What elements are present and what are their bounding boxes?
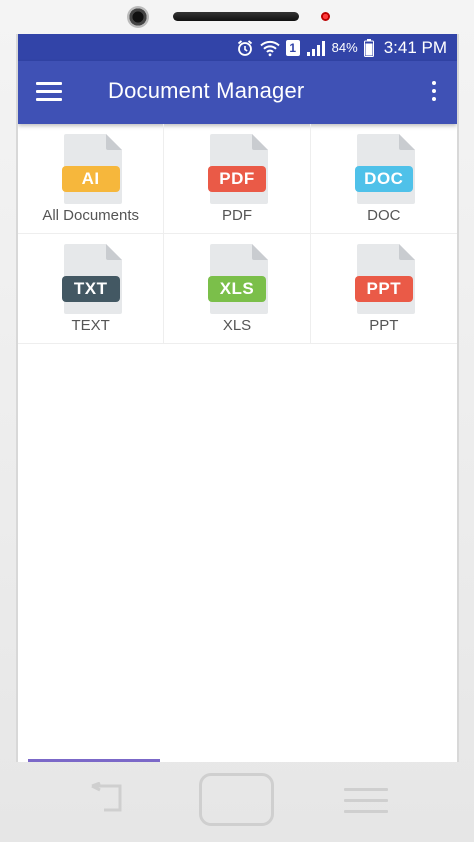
status-bar: 1 84% 3:41 PM: [18, 34, 457, 61]
category-tile-ppt[interactable]: PPT PPT: [310, 234, 457, 344]
category-label: PDF: [221, 207, 252, 224]
file-type-badge: PDF: [207, 166, 266, 192]
notification-led: [321, 12, 330, 21]
earpiece-speaker: [173, 12, 299, 21]
hardware-nav-bar: [0, 762, 474, 842]
menu-lines-icon[interactable]: [344, 788, 388, 814]
category-label: All Documents: [42, 207, 140, 224]
file-type-badge: PPT: [354, 276, 413, 302]
sim-slot-badge: 1: [285, 39, 300, 56]
app-toolbar: Document Manager: [18, 61, 457, 124]
category-tile-all-documents[interactable]: AI All Documents: [18, 124, 165, 234]
file-type-badge: XLS: [207, 276, 266, 302]
category-label: PPT: [369, 317, 399, 334]
back-arrow-icon[interactable]: [88, 781, 128, 814]
hamburger-menu-icon[interactable]: [36, 82, 62, 102]
battery-percent: 84%: [331, 40, 358, 55]
category-tile-pdf[interactable]: PDF PDF: [164, 124, 311, 234]
file-type-badge: DOC: [354, 166, 413, 192]
home-button-icon[interactable]: [199, 773, 274, 826]
more-vert-icon[interactable]: [429, 81, 439, 103]
screen: 1 84% 3:41 PM Document Manager AI All Do…: [16, 34, 459, 762]
category-tile-doc[interactable]: DOC DOC: [310, 124, 457, 234]
battery-icon: [363, 38, 374, 57]
wifi-icon: [259, 39, 280, 57]
category-tile-text[interactable]: TXT TEXT: [18, 234, 165, 344]
category-label: TEXT: [71, 317, 110, 334]
app-title: Document Manager: [108, 78, 305, 103]
signal-icon: [306, 40, 326, 56]
category-label: DOC: [367, 207, 401, 224]
sim-slot-number: 1: [289, 40, 296, 55]
file-type-badge: TXT: [61, 276, 120, 302]
front-camera: [127, 6, 149, 28]
category-label: XLS: [222, 317, 252, 334]
file-type-badge: AI: [61, 166, 120, 192]
category-tile-xls[interactable]: XLS XLS: [164, 234, 311, 344]
status-time: 3:41 PM: [383, 37, 447, 57]
alarm-icon: [236, 39, 254, 57]
phone-top-bezel: [0, 0, 474, 34]
document-category-grid: AI All Documents PDF PDF DOC DOC TXT TEX…: [18, 124, 457, 344]
phone-frame: 1 84% 3:41 PM Document Manager AI All Do…: [0, 0, 474, 842]
